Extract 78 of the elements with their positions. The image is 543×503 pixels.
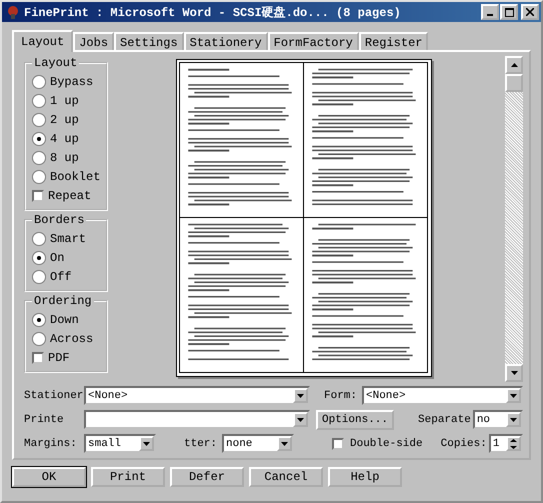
group-title: Layout (33, 56, 78, 70)
options-button[interactable]: Options... (316, 410, 394, 430)
close-button[interactable] (521, 4, 539, 20)
dropdown-arrow-icon (297, 394, 304, 398)
tab[interactable]: Register (358, 32, 428, 50)
radio-button[interactable] (32, 250, 46, 264)
minimize-icon (487, 14, 493, 16)
field-label: Form: (324, 390, 358, 402)
option-label[interactable]: Bypass (50, 74, 94, 88)
margins-dropdown[interactable]: small (84, 434, 156, 453)
scroll-down-button[interactable] (505, 364, 523, 382)
field-label: Margins: (24, 438, 78, 450)
dialog-button[interactable]: Help (328, 467, 402, 487)
close-icon (526, 8, 534, 16)
dropdown-arrow-icon (510, 394, 517, 398)
radio-button[interactable] (32, 332, 46, 346)
separate-dropdown[interactable]: no (472, 410, 523, 429)
option-label[interactable]: 4 up (50, 132, 79, 146)
stationery-dropdown[interactable]: <None> (84, 386, 310, 405)
maximize-button[interactable] (500, 4, 518, 20)
tab[interactable]: Stationery (184, 32, 268, 50)
checkbox[interactable] (332, 438, 344, 450)
tab[interactable]: FormFactory (268, 32, 359, 50)
gutter-dropdown[interactable]: none (222, 434, 294, 453)
field-label: Separate (418, 414, 471, 426)
down-arrow-icon (510, 371, 518, 375)
radio-button[interactable] (32, 270, 46, 284)
dialog-button[interactable]: Print (91, 467, 165, 487)
dialog-button[interactable]: Cancel (249, 467, 323, 487)
field-label: Printe (24, 414, 65, 426)
app-icon (6, 5, 20, 19)
maximize-icon (504, 8, 514, 16)
radio-button[interactable] (32, 232, 46, 246)
up-arrow-icon (510, 63, 518, 67)
radio-button[interactable] (32, 150, 46, 164)
option-label[interactable]: Across (50, 332, 94, 346)
radio-button[interactable] (32, 312, 46, 326)
checkbox[interactable] (32, 352, 44, 364)
option-label[interactable]: Off (50, 270, 72, 284)
radio-button[interactable] (32, 94, 46, 108)
checkbox[interactable] (32, 190, 44, 202)
field-label: tter: (184, 438, 218, 450)
copies-spinner[interactable]: 1 (488, 434, 523, 453)
radio-button[interactable] (32, 112, 46, 126)
tab[interactable]: Settings (114, 32, 184, 50)
tab[interactable]: Layout (12, 30, 74, 52)
option-label[interactable]: Repeat (48, 188, 92, 202)
option-label[interactable]: 2 up (50, 112, 79, 126)
dropdown-arrow-icon (297, 418, 304, 422)
minimize-button[interactable] (481, 4, 499, 20)
dropdown-arrow-icon (143, 442, 150, 446)
scroll-thumb[interactable] (505, 74, 523, 92)
field-label: Stationer (24, 390, 82, 402)
option-label[interactable]: PDF (48, 350, 70, 364)
dialog-button[interactable]: OK (12, 467, 86, 487)
option-label[interactable]: 1 up (50, 94, 79, 108)
spin-arrows-icon (510, 438, 517, 450)
radio-button[interactable] (32, 132, 46, 146)
dropdown-arrow-icon (510, 418, 517, 422)
scroll-up-button[interactable] (505, 56, 523, 74)
option-label[interactable]: Booklet (50, 170, 100, 184)
option-label[interactable]: 8 up (50, 150, 79, 164)
tab[interactable]: Jobs (73, 32, 114, 50)
radio-button[interactable] (32, 74, 46, 88)
dropdown-arrow-icon (281, 442, 288, 446)
window-title: FinePrint : Microsoft Word - SCSI硬盘.do... (8 pages) (24, 4, 402, 20)
printer-dropdown[interactable] (84, 410, 310, 429)
scrollbar[interactable] (505, 56, 523, 382)
option-label[interactable]: Smart (50, 232, 86, 246)
option-label[interactable]: On (50, 250, 64, 264)
option-label[interactable]: Double-side (350, 438, 423, 450)
form-dropdown[interactable]: <None> (362, 386, 523, 405)
dialog-button[interactable]: Defer (170, 467, 244, 487)
radio-button[interactable] (32, 170, 46, 184)
group-title: Ordering (33, 294, 93, 308)
option-label[interactable]: Down (50, 312, 79, 326)
field-label: Copies: (440, 438, 487, 450)
group-title: Borders (33, 213, 86, 227)
